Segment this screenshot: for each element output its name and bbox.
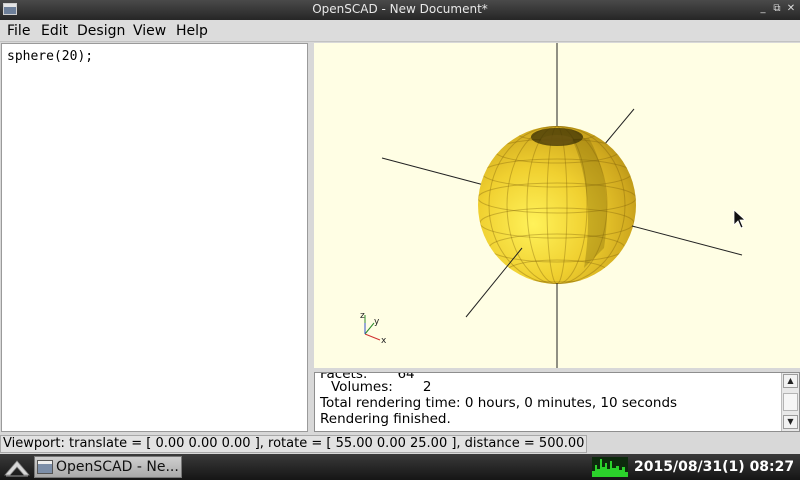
menu-bar: File Edit Design View Help (0, 20, 800, 42)
axis-label-z: z (360, 311, 365, 321)
menu-design[interactable]: Design (74, 23, 128, 39)
start-menu-icon[interactable] (2, 456, 32, 478)
taskbar-item-label: OpenSCAD - Ne... (56, 459, 179, 475)
axis-label-y: y (374, 317, 380, 327)
scroll-thumb[interactable] (783, 393, 798, 411)
window-icon (37, 460, 53, 474)
close-button[interactable]: ✕ (784, 2, 798, 16)
console-line: Rendering finished. (320, 411, 451, 427)
console-scrollbar[interactable]: ▲ ▼ (781, 373, 799, 431)
x-axis-front (631, 225, 743, 256)
console-line: Volumes: 2 (331, 379, 432, 395)
restore-button[interactable]: ⧉ (770, 2, 784, 16)
y-axis-front (465, 247, 523, 318)
scroll-up-icon[interactable]: ▲ (783, 374, 798, 388)
axis-label-x: x (381, 336, 387, 346)
y-axis-back (603, 108, 635, 146)
code-text[interactable]: sphere(20); (7, 49, 93, 64)
menu-edit[interactable]: Edit (38, 23, 71, 39)
minimize-button[interactable]: _ (756, 2, 770, 16)
menu-view[interactable]: View (130, 23, 169, 39)
cpu-monitor-icon[interactable] (592, 457, 628, 477)
menu-help[interactable]: Help (173, 23, 211, 39)
sphere-model[interactable] (478, 125, 636, 284)
status-bar: Viewport: translate = [ 0.00 0.00 0.00 ]… (0, 434, 800, 454)
viewport-canvas[interactable]: z y x (314, 43, 800, 368)
x-axis-back (381, 157, 485, 186)
mouse-cursor-icon (733, 209, 747, 229)
3d-viewport[interactable]: z y x (314, 43, 800, 368)
viewport-status: Viewport: translate = [ 0.00 0.00 0.00 ]… (0, 435, 588, 453)
window-title: OpenSCAD - New Document* (312, 2, 488, 16)
console-line: Total rendering time: 0 hours, 0 minutes… (320, 395, 678, 411)
console-panel[interactable]: Facets: 64 Volumes: 2 Total rendering ti… (314, 372, 800, 432)
taskbar: OpenSCAD - Ne... 2015/08/31(1) 08:27 PM (0, 454, 800, 480)
scroll-down-icon[interactable]: ▼ (783, 415, 798, 429)
menu-file[interactable]: File (4, 23, 33, 39)
axis-orientation-indicator: z y x (360, 311, 387, 346)
taskbar-clock: 2015/08/31(1) 08:27 PM (634, 459, 800, 475)
taskbar-item-openscad[interactable]: OpenSCAD - Ne... (34, 456, 182, 478)
title-bar: OpenSCAD - New Document* _ ⧉ ✕ (0, 0, 800, 20)
code-editor[interactable]: sphere(20); (1, 43, 308, 432)
